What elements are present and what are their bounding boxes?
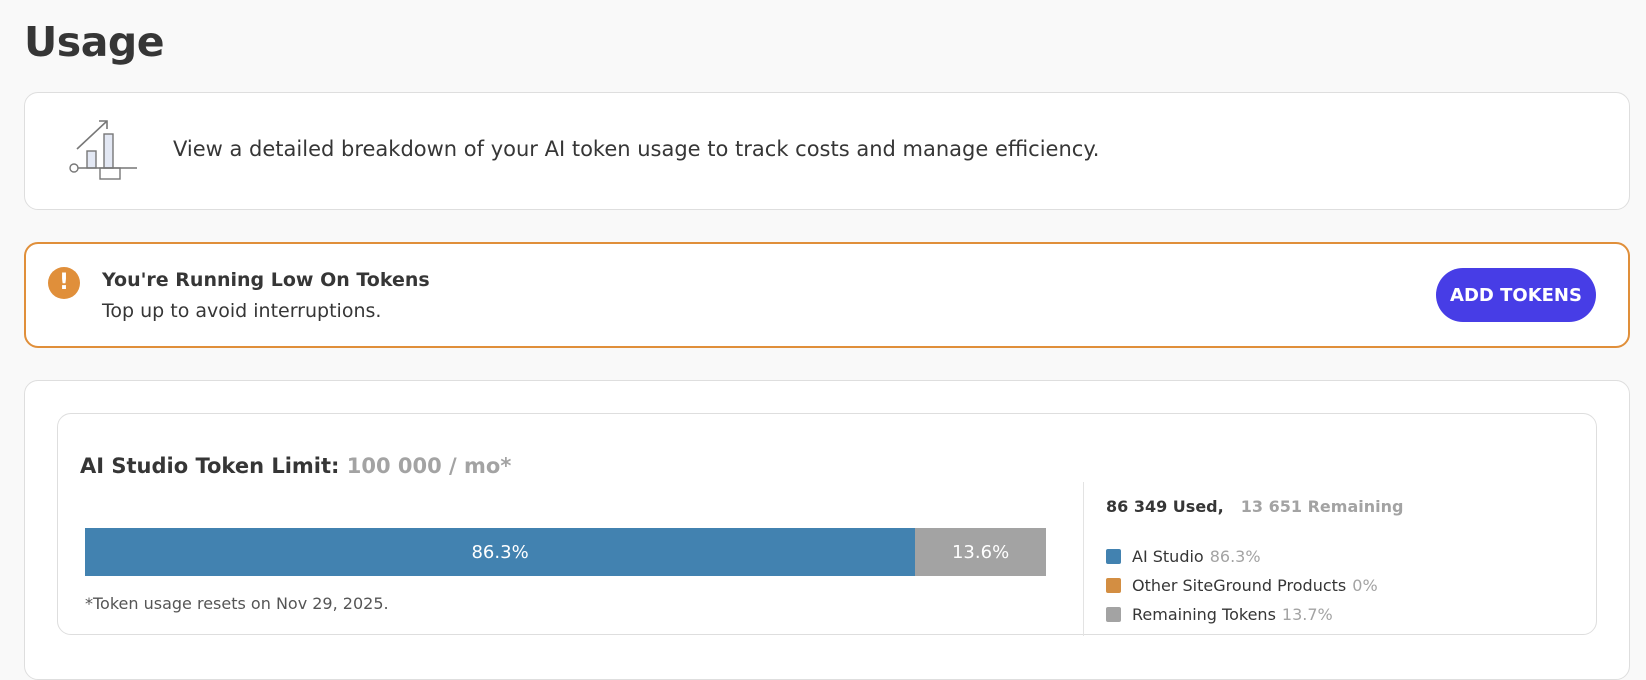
intro-card: View a detailed breakdown of your AI tok… xyxy=(24,92,1630,210)
legend-item-ai-studio: AI Studio 86.3% xyxy=(1106,542,1378,571)
legend-percent: 13.7% xyxy=(1281,605,1333,624)
legend-percent: 86.3% xyxy=(1209,547,1261,566)
usage-page: Usage View a detailed breakdown of your … xyxy=(0,0,1646,680)
reset-note: *Token usage resets on Nov 29, 2025. xyxy=(85,594,389,613)
intro-description: View a detailed breakdown of your AI tok… xyxy=(173,137,1100,161)
legend-percent: 0% xyxy=(1352,576,1378,595)
bar-label-remaining: 13.6% xyxy=(951,541,1010,563)
page-title: Usage xyxy=(24,18,165,66)
low-tokens-alert: ! You're Running Low On Tokens Top up to… xyxy=(24,242,1630,348)
add-tokens-button[interactable]: ADD TOKENS xyxy=(1436,268,1596,322)
legend-item-remaining: Remaining Tokens 13.7% xyxy=(1106,600,1378,629)
legend-swatch-other-products xyxy=(1106,578,1121,593)
alert-subtitle: Top up to avoid interruptions. xyxy=(102,300,382,322)
legend-swatch-remaining xyxy=(1106,607,1121,622)
legend-label: AI Studio xyxy=(1132,547,1204,566)
bar-label-ai-studio: 86.3% xyxy=(471,541,529,563)
legend-label: Other SiteGround Products xyxy=(1132,576,1347,595)
token-limit-card: AI Studio Token Limit: 100 000 / mo* 86.… xyxy=(57,413,1597,636)
legend-item-other-products: Other SiteGround Products 0% xyxy=(1106,571,1378,600)
usage-legend: AI Studio 86.3% Other SiteGround Product… xyxy=(1106,542,1378,629)
token-limit-label: AI Studio Token Limit: xyxy=(80,454,340,478)
used-count: 86 349 Used, xyxy=(1106,497,1224,516)
usage-summary: 86 349 Used, 13 651 Remaining xyxy=(1106,497,1403,516)
token-limit-heading: AI Studio Token Limit: 100 000 / mo* xyxy=(80,454,511,478)
alert-title: You're Running Low On Tokens xyxy=(102,269,430,291)
exclamation-circle-icon: ! xyxy=(48,267,80,299)
remaining-count: 13 651 Remaining xyxy=(1240,497,1404,516)
vertical-divider xyxy=(1083,482,1084,636)
chart-growth-icon xyxy=(69,120,137,180)
legend-label: Remaining Tokens xyxy=(1132,605,1276,624)
bar-segment-ai-studio: 86.3% xyxy=(85,528,916,576)
legend-swatch-ai-studio xyxy=(1106,549,1121,564)
token-limit-value: 100 000 / mo* xyxy=(346,454,512,478)
bar-segment-remaining: 13.6% xyxy=(915,528,1046,576)
usage-section: AI Studio Token Limit: 100 000 / mo* 86.… xyxy=(24,380,1630,680)
usage-bar: 86.3% 13.6% xyxy=(85,528,1046,576)
